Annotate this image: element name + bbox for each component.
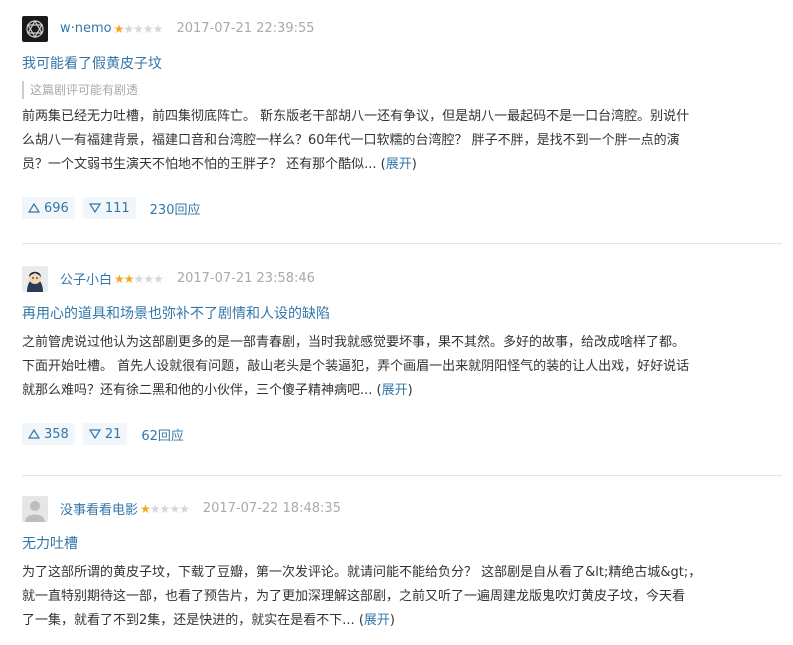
- review-actions: 696 111 230回应: [22, 197, 782, 219]
- useless-count: 111: [104, 200, 130, 216]
- star-icon: ★: [114, 271, 125, 286]
- spoiler-warning: 这篇剧评可能有剧透: [22, 81, 782, 99]
- star-icon: ★: [143, 271, 154, 286]
- avatar[interactable]: [22, 265, 48, 292]
- author-name[interactable]: w·nemo: [60, 21, 112, 36]
- content-text: 就那么难吗？还有徐二黑和他的小伙伴，三个傻子精神病吧...: [22, 383, 373, 398]
- useless-button[interactable]: 21: [82, 423, 128, 445]
- review-time: 2017-07-21 22:39:55: [176, 21, 315, 36]
- reply-link[interactable]: 62回应: [141, 425, 184, 444]
- review-title[interactable]: 我可能看了假黄皮子坟: [22, 53, 782, 75]
- useful-button[interactable]: 696: [22, 197, 75, 219]
- content-line: 就一直特别期待这一部，也看了预告片，为了更加深理解这部剧，之前又听了一遍周建龙版…: [22, 589, 686, 604]
- rating-stars: ★★★★★: [113, 21, 164, 36]
- star-icon: ★: [123, 271, 135, 286]
- review-item: 没事看看电影 ★★★★★ 2017-07-22 18:48:35 无力吐槽 为了…: [22, 494, 782, 633]
- review-title[interactable]: 再用心的道具和场景也弥补不了剧情和人设的缺陷: [22, 303, 782, 325]
- review-header: w·nemo ★★★★★ 2017-07-21 22:39:55: [22, 14, 782, 43]
- star-icon: ★: [123, 21, 134, 36]
- triangle-down-icon: [88, 203, 101, 213]
- review-actions: 358 21 62回应: [22, 423, 782, 445]
- star-icon: ★: [149, 501, 161, 516]
- star-icon: ★: [179, 501, 190, 516]
- star-icon: ★: [153, 271, 164, 286]
- review-content: 之前管虎说过他认为这部剧更多的是一部青春剧，当时我就感觉要坏事，果不其然。多好的…: [22, 331, 782, 403]
- content-text: 员？一个文弱书生演天不怕地不怕的王胖子？ 还有那个酷似...: [22, 157, 377, 172]
- avatar[interactable]: [22, 15, 48, 42]
- triangle-down-icon: [88, 429, 101, 439]
- useless-count: 21: [104, 426, 122, 442]
- content-line: 下面开始吐槽。 首先人设就很有问题，敲山老头是个装逼犯，弄个画眉一出来就阴阳怪气…: [22, 359, 690, 374]
- content-line: 之前管虎说过他认为这部剧更多的是一部青春剧，当时我就感觉要坏事，果不其然。多好的…: [22, 335, 686, 350]
- reply-link[interactable]: 230回应: [150, 199, 201, 218]
- divider: [22, 243, 782, 244]
- content-line: 员？一个文弱书生演天不怕地不怕的王胖子？ 还有那个酷似... (展开): [22, 157, 417, 172]
- star-icon: ★: [142, 21, 154, 36]
- content-line: 么胡八一有福建背景，福建口音和台湾腔一样么？60年代一口软糯的台湾腔？ 胖子不胖…: [22, 133, 680, 148]
- rating-stars: ★★★★★: [140, 501, 190, 516]
- avatar[interactable]: [22, 495, 48, 522]
- review-title[interactable]: 无力吐槽: [22, 533, 782, 555]
- review-time: 2017-07-21 23:58:46: [176, 271, 315, 286]
- star-icon: ★: [113, 21, 125, 36]
- star-icon: ★: [133, 271, 145, 286]
- useless-button[interactable]: 111: [82, 197, 136, 219]
- star-icon: ★: [169, 501, 180, 516]
- triangle-up-icon: [28, 429, 40, 439]
- author-name[interactable]: 公子小白: [60, 269, 112, 288]
- useful-count: 358: [44, 426, 69, 442]
- content-line: 为了这部所谓的黄皮子坟，下载了豆瓣，第一次发评论。就请问能不能给负分？ 这部剧是…: [22, 565, 702, 580]
- review-item: 公子小白 ★★★★★ 2017-07-21 23:58:46 再用心的道具和场景…: [22, 264, 782, 445]
- expand-link[interactable]: 展开: [364, 613, 390, 628]
- content-line: 就那么难吗？还有徐二黑和他的小伙伴，三个傻子精神病吧... (展开): [22, 383, 413, 398]
- author-name[interactable]: 没事看看电影: [60, 499, 138, 518]
- content-text: 了一集，就看了不到2集，还是快进的，就实在是看不下...: [22, 613, 355, 628]
- useful-button[interactable]: 358: [22, 423, 75, 445]
- rating-stars: ★★★★★: [114, 271, 164, 286]
- review-content: 为了这部所谓的黄皮子坟，下载了豆瓣，第一次发评论。就请问能不能给负分？ 这部剧是…: [22, 561, 782, 633]
- divider: [22, 475, 782, 476]
- content-line: 前两集已经无力吐槽，前四集彻底阵亡。 靳东版老干部胡八一还有争议，但是胡八一最起…: [22, 109, 690, 124]
- review-content: 前两集已经无力吐槽，前四集彻底阵亡。 靳东版老干部胡八一还有争议，但是胡八一最起…: [22, 105, 782, 177]
- star-icon: ★: [159, 501, 171, 516]
- expand-link[interactable]: 展开: [386, 157, 412, 172]
- triangle-up-icon: [28, 203, 40, 213]
- star-icon: ★: [140, 501, 151, 516]
- expand-link[interactable]: 展开: [382, 383, 408, 398]
- star-icon: ★: [133, 21, 144, 36]
- review-header: 公子小白 ★★★★★ 2017-07-21 23:58:46: [22, 264, 782, 293]
- review-time: 2017-07-22 18:48:35: [202, 501, 341, 516]
- review-header: 没事看看电影 ★★★★★ 2017-07-22 18:48:35: [22, 494, 782, 523]
- useful-count: 696: [44, 200, 69, 216]
- content-line: 了一集，就看了不到2集，还是快进的，就实在是看不下... (展开): [22, 613, 395, 628]
- review-item: w·nemo ★★★★★ 2017-07-21 22:39:55 我可能看了假黄…: [22, 14, 782, 219]
- star-icon: ★: [152, 21, 164, 36]
